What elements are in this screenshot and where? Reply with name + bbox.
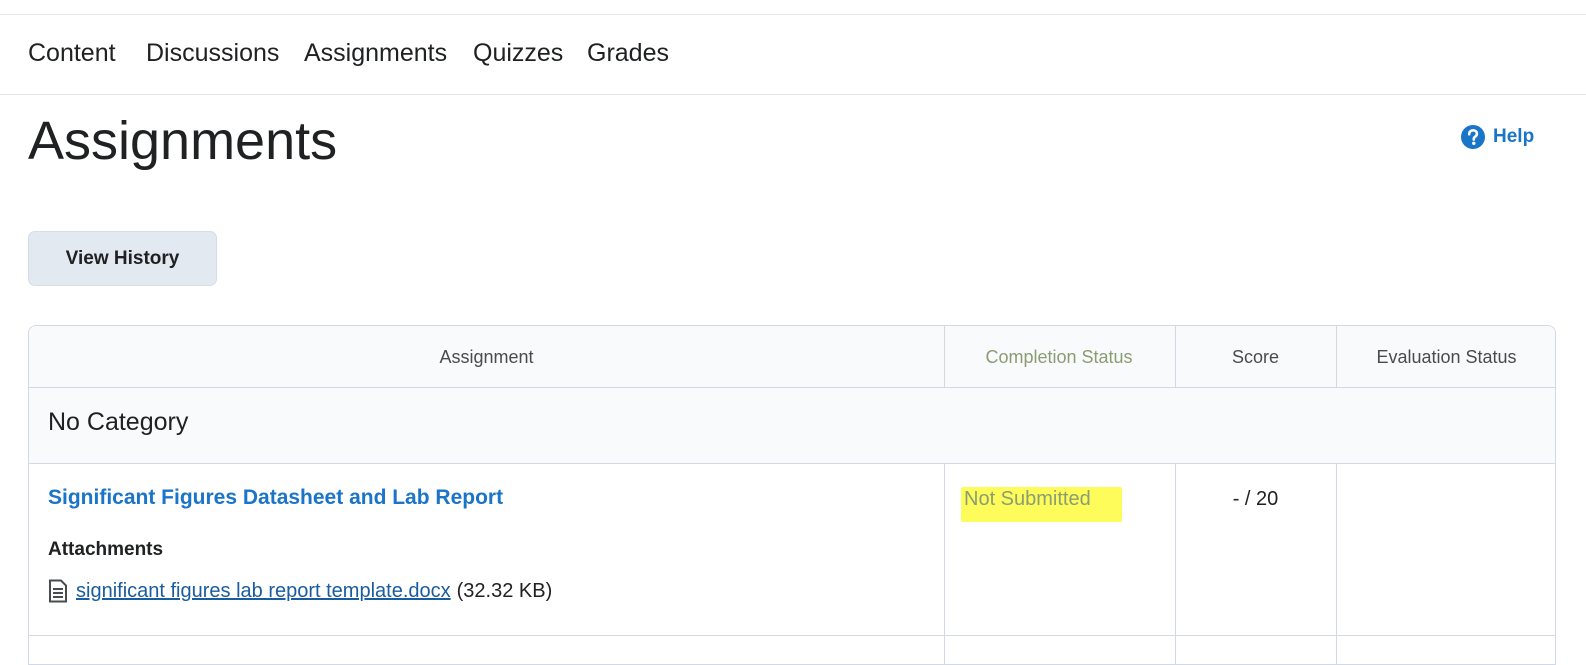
attachment-item: significant figures lab report template.… (48, 579, 552, 603)
column-divider (1175, 464, 1176, 664)
nav-item-content[interactable]: Content (28, 39, 116, 68)
column-header-evaluation-status-label: Evaluation Status (1376, 346, 1517, 367)
column-divider (1336, 326, 1337, 388)
category-row: No Category (29, 388, 1555, 464)
table-row: Significant Figures Datasheet and Lab Re… (29, 464, 1555, 636)
column-divider (944, 464, 945, 664)
assignment-title-link[interactable]: Significant Figures Datasheet and Lab Re… (48, 486, 503, 510)
column-header-score[interactable]: Score (1175, 326, 1336, 388)
nav-item-quizzes[interactable]: Quizzes (473, 39, 563, 68)
nav-item-discussions[interactable]: Discussions (146, 39, 279, 68)
view-history-button[interactable]: View History (28, 231, 217, 286)
column-header-assignment[interactable]: Assignment (29, 326, 944, 388)
column-header-score-label: Score (1231, 346, 1280, 367)
attachments-label: Attachments (48, 539, 164, 560)
help-link[interactable]: Help (1460, 122, 1534, 152)
column-header-assignment-label: Assignment (439, 346, 534, 367)
course-navbar: Content Discussions Assignments Quizzes … (0, 15, 1586, 95)
nav-item-grades[interactable]: Grades (587, 39, 669, 68)
help-label: Help (1493, 126, 1535, 147)
page-title: Assignments (28, 111, 338, 171)
nav-item-assignments[interactable]: Assignments (304, 39, 447, 68)
column-header-completion-status-label: Completion Status (985, 346, 1133, 367)
category-label: No Category (48, 408, 189, 436)
assignments-table: Assignment Completion Status Score Evalu… (28, 325, 1556, 665)
document-icon (48, 579, 68, 603)
help-circle-icon (1460, 124, 1486, 150)
column-header-evaluation-status[interactable]: Evaluation Status (1336, 326, 1555, 388)
attachment-file-link[interactable]: significant figures lab report template.… (76, 580, 451, 603)
column-divider (1175, 326, 1176, 388)
column-divider (944, 326, 945, 388)
attachment-file-size: (32.32 KB) (456, 579, 553, 602)
column-divider (1336, 464, 1337, 664)
score-value: - / 20 (1232, 488, 1279, 510)
completion-status-value: Not Submitted (964, 488, 1091, 510)
table-header: Assignment Completion Status Score Evalu… (29, 326, 1555, 388)
column-header-completion-status[interactable]: Completion Status (944, 326, 1174, 388)
